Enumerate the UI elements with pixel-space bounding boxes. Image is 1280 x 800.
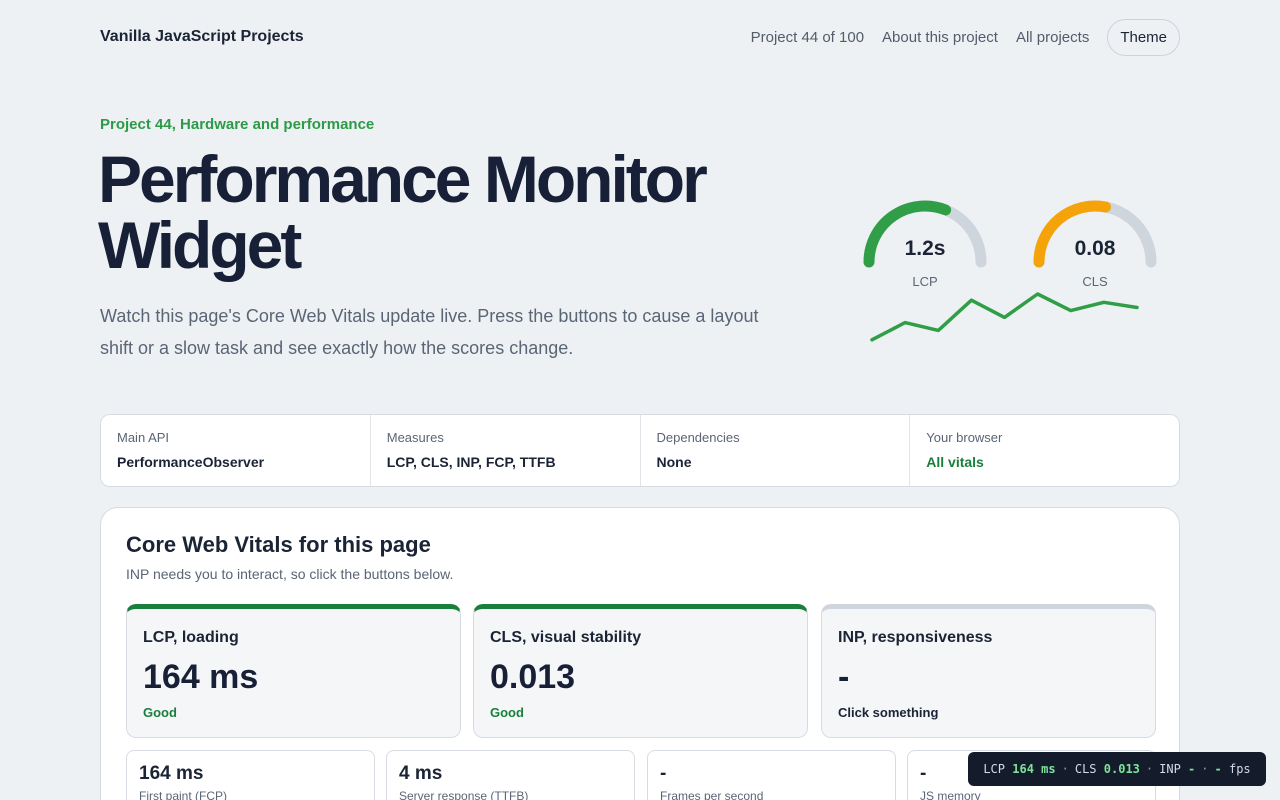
hud-cls-label: CLS [1074,762,1097,776]
hud-separator: · [1145,762,1154,776]
vital-rating: Good [490,705,524,720]
hud-fps-label: fps [1228,762,1251,776]
metric-label: Server response (TTFB) [399,789,529,800]
hero-visualization: 1.2s LCP 0.08 CLS [860,196,1160,356]
project-eyebrow: Project 44, Hardware and performance [100,116,375,133]
fact-main-api: Main API PerformanceObserver [101,415,371,486]
metric-label: JS memory [920,789,981,800]
hud-cls-value: 0.013 [1103,762,1140,776]
project-facts: Main API PerformanceObserver Measures LC… [100,414,1180,487]
panel-title: Core Web Vitals for this page [126,532,431,557]
fact-label: Dependencies [656,430,740,445]
cls-gauge-label: CLS [1082,274,1108,289]
fact-value: All vitals [926,454,984,470]
vital-rating: Click something [838,705,939,720]
fact-value: PerformanceObserver [117,454,265,470]
metric-label: Frames per second [660,789,764,800]
fact-measures: Measures LCP, CLS, INP, FCP, TTFB [371,415,641,486]
top-nav: Project 44 of 100 About this project All… [751,18,1180,56]
hud-lcp-value: 164 ms [1012,762,1056,776]
metric-card-ttfb: 4 ms Server response (TTFB) [386,750,635,800]
vital-name: LCP, loading [143,629,239,646]
trend-sparkline [870,292,1139,342]
theme-button[interactable]: Theme [1107,18,1180,56]
hud-lcp-label: LCP [983,762,1006,776]
fact-label: Main API [117,430,170,445]
fact-label: Your browser [926,430,1003,445]
hud-separator: · [1201,762,1209,776]
vital-value: 164 ms [143,658,259,696]
fact-browser-support: Your browser All vitals [910,415,1179,486]
vital-card-inp: INP, responsiveness - Click something [821,604,1156,738]
fact-value: None [656,454,692,470]
cls-gauge-value: 0.08 [1074,237,1116,260]
fact-value: LCP, CLS, INP, FCP, TTFB [386,454,556,470]
vital-rating: Good [143,705,177,720]
project-counter-link[interactable]: Project 44 of 100 [751,29,864,46]
vital-name: CLS, visual stability [490,629,642,646]
hud-inp-label: INP [1159,762,1181,776]
metric-card-fcp: 164 ms First paint (FCP) [126,750,375,800]
metric-label: First paint (FCP) [139,789,228,800]
performance-hud-widget[interactable]: LCP 164 ms · CLS 0.013 · INP - · - fps [968,752,1266,786]
vital-name: INP, responsiveness [838,629,993,646]
hud-separator: · [1061,762,1069,776]
page-description: Watch this page's Core Web Vitals update… [100,306,759,358]
vital-card-lcp: LCP, loading 164 ms Good [126,604,461,738]
metric-value: 164 ms [139,763,204,784]
hud-fps-value: - [1214,762,1222,776]
lcp-gauge-value: 1.2s [904,237,946,260]
hud-inp-value: - [1188,762,1196,776]
metric-card-fps: - Frames per second [647,750,896,800]
page-title: Performance Monitor Widget [98,142,708,282]
lcp-gauge-label: LCP [912,274,938,289]
panel-subtitle: INP needs you to interact, so click the … [126,566,454,582]
brand-title[interactable]: Vanilla JavaScript Projects [100,28,304,46]
fact-dependencies: Dependencies None [641,415,911,486]
vital-card-cls: CLS, visual stability 0.013 Good [473,604,808,738]
metric-value: 4 ms [399,763,443,784]
top-bar: Vanilla JavaScript Projects Project 44 o… [100,18,1180,56]
metric-value: - [660,763,667,784]
vital-value: 0.013 [490,658,576,696]
vital-value: - [838,658,850,696]
fact-label: Measures [386,430,444,445]
about-project-link[interactable]: About this project [882,29,998,46]
all-projects-link[interactable]: All projects [1016,29,1089,46]
